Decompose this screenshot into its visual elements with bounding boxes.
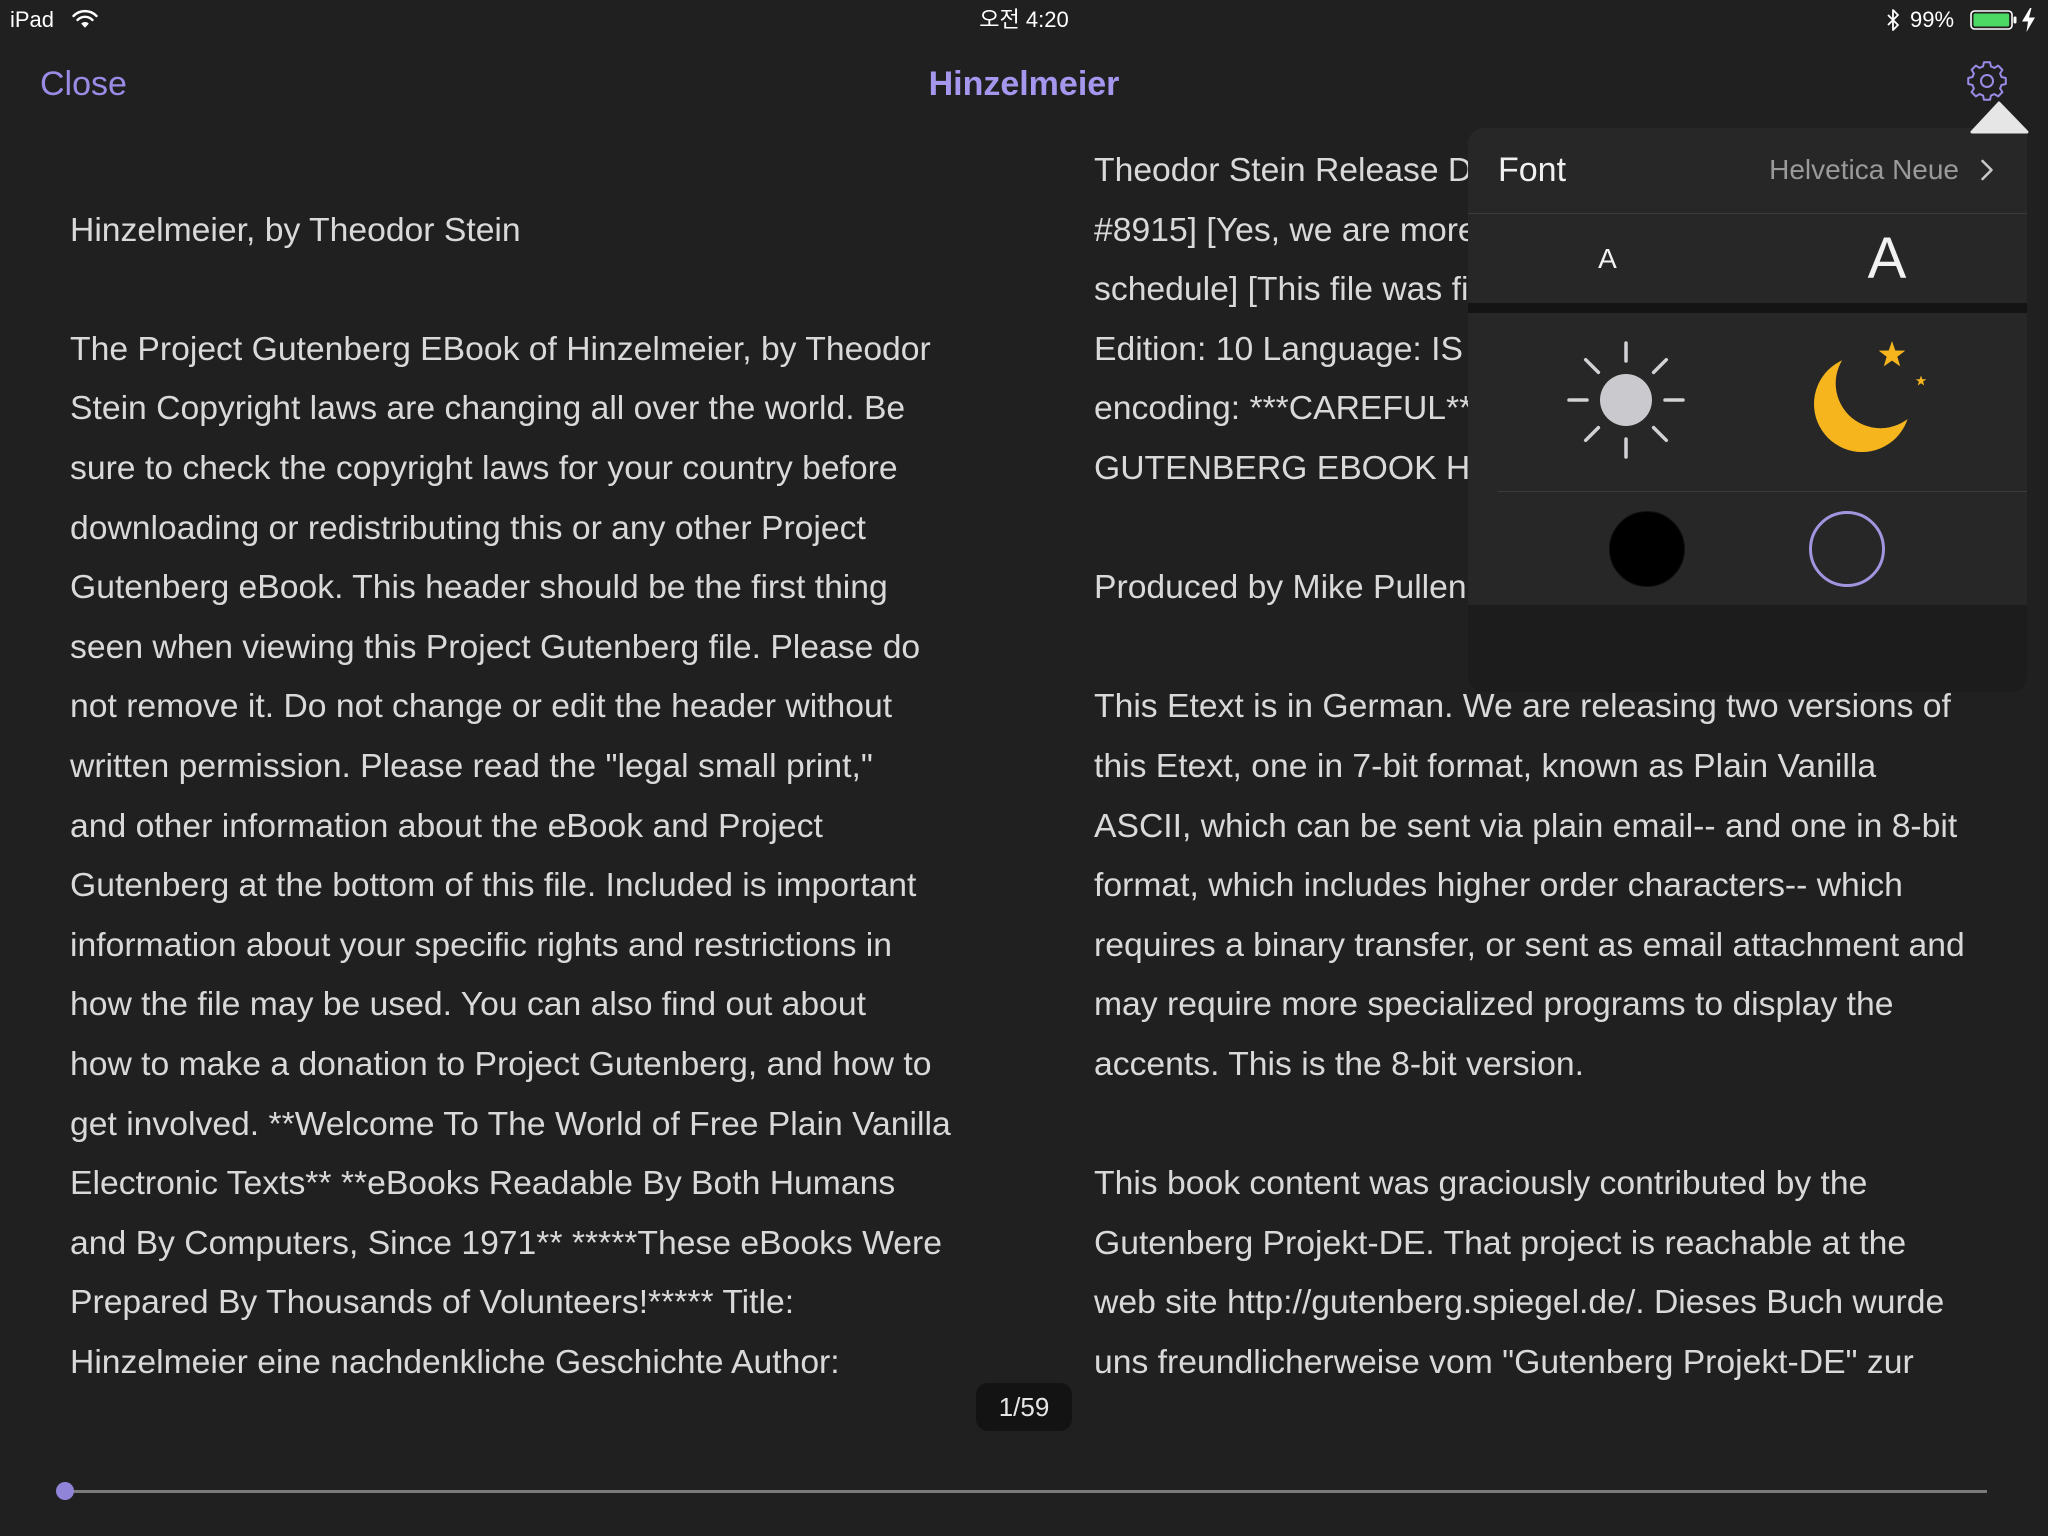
- increase-font-size-button[interactable]: A: [1747, 214, 2027, 303]
- chevron-right-icon: [1981, 159, 1993, 181]
- text-line: The Project Gutenberg EBook of Hinzelmei…: [70, 329, 931, 368]
- text-line: web site http://gutenberg.spiegel.de/. D…: [1094, 1283, 1945, 1322]
- sun-icon[interactable]: [1561, 335, 1691, 465]
- decrease-font-size-button[interactable]: A: [1468, 214, 1747, 303]
- black-background-swatch[interactable]: [1609, 511, 1685, 587]
- popover-arrow: [1970, 101, 2029, 134]
- gear-icon[interactable]: [1966, 60, 2008, 102]
- text-line: how the file may be used. You can also f…: [70, 985, 866, 1024]
- status-bar: iPad 오전 4:20 99%: [0, 0, 2048, 40]
- text-line: and By Computers, Since 1971** *****Thes…: [70, 1223, 942, 1262]
- text-line: format, which includes higher order char…: [1094, 866, 1903, 905]
- battery-percentage: 99%: [1910, 7, 1955, 32]
- divider: [1498, 491, 2027, 492]
- text-line: Stein Copyright laws are changing all ov…: [70, 389, 906, 428]
- text-line: [1094, 1095, 2034, 1155]
- text-line: uns freundlicherweise vom "Gutenberg Pro…: [1094, 1342, 1914, 1381]
- outline-background-swatch[interactable]: [1809, 511, 1885, 587]
- text-line: Hinzelmeier eine nachdenkliche Geschicht…: [70, 1342, 840, 1381]
- text-line: [70, 141, 1050, 201]
- slider-track[interactable]: [65, 1490, 1987, 1493]
- clock: 오전 4:20: [979, 7, 1069, 32]
- popover-footer: [1468, 605, 2027, 692]
- text-line: and other information about the eBook an…: [70, 806, 823, 845]
- battery-icon: [1970, 10, 2017, 30]
- reading-settings-popover: Font Helvetica Neue A A: [1468, 128, 2027, 692]
- text-line: This book content was graciously contrib…: [1094, 1164, 1868, 1203]
- text-line: requires a binary transfer, or sent as e…: [1094, 925, 1965, 964]
- font-label: Font: [1498, 151, 1567, 189]
- text-line: ASCII, which can be sent via plain email…: [1094, 806, 1958, 845]
- left-page-column: Hinzelmeier, by Theodor Stein The Project…: [70, 141, 1050, 1393]
- text-line: Prepared By Thousands of Volunteers!****…: [70, 1283, 795, 1322]
- text-line: this Etext, one in 7-bit format, known a…: [1094, 746, 1877, 785]
- slider-thumb[interactable]: [56, 1482, 74, 1500]
- text-line: information about your specific rights a…: [70, 925, 892, 964]
- text-line: not remove it. Do not change or edit the…: [70, 687, 893, 726]
- text-line: get involved. **Welcome To The World of …: [70, 1104, 951, 1143]
- text-line: downloading or redistributing this or an…: [70, 508, 866, 547]
- page-indicator: 1/59: [976, 1383, 1072, 1431]
- font-selector-row[interactable]: Font Helvetica Neue: [1468, 128, 2027, 213]
- font-value: Helvetica Neue: [1769, 154, 1959, 185]
- text-line: accents. This is the 8-bit version.: [1094, 1044, 1584, 1083]
- bluetooth-icon: [1887, 9, 1899, 31]
- text-line: sure to check the copyright laws for you…: [70, 448, 898, 487]
- close-button[interactable]: Close: [40, 64, 127, 104]
- text-line: how to make a donation to Project Gutenb…: [70, 1044, 932, 1083]
- text-line: seen when viewing this Project Gutenberg…: [70, 627, 921, 666]
- text-line: Hinzelmeier, by Theodor Stein: [70, 210, 521, 249]
- charging-bolt-icon: [2022, 8, 2035, 32]
- text-line: Gutenberg Projekt-DE. That project is re…: [1094, 1223, 1907, 1262]
- text-line: Gutenberg eBook. This header should be t…: [70, 568, 888, 607]
- reading-progress-slider[interactable]: [56, 1476, 1996, 1506]
- text-line: [70, 260, 1050, 320]
- book-title: Hinzelmeier: [928, 65, 1120, 103]
- section-divider: [1468, 303, 2027, 313]
- text-line: may require more specialized programs to…: [1094, 985, 1894, 1024]
- moon-icon[interactable]: [1798, 328, 1948, 478]
- text-line: Electronic Texts** **eBooks Readable By …: [70, 1164, 896, 1203]
- text-line: written permission. Please read the "leg…: [70, 746, 873, 785]
- text-line: Gutenberg at the bottom of this file. In…: [70, 866, 917, 905]
